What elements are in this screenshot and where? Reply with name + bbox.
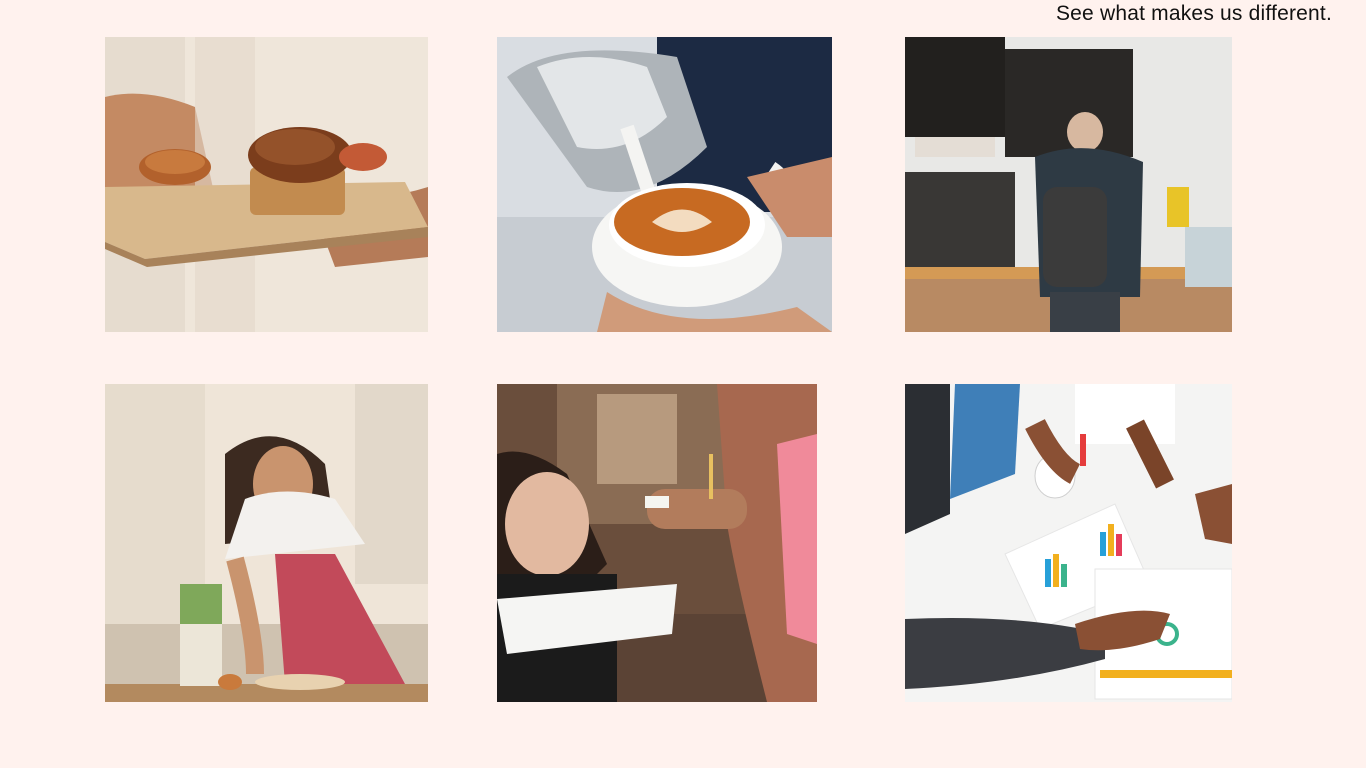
waitress-order-photo bbox=[497, 384, 817, 702]
team-meeting-photo bbox=[905, 384, 1232, 702]
pastry-board-photo bbox=[105, 37, 428, 332]
baker-kneading-photo bbox=[105, 384, 428, 702]
latte-art-photo bbox=[497, 37, 832, 332]
page-tagline: See what makes us different. bbox=[1055, 2, 1332, 25]
coffee-counter-photo bbox=[905, 37, 1232, 332]
